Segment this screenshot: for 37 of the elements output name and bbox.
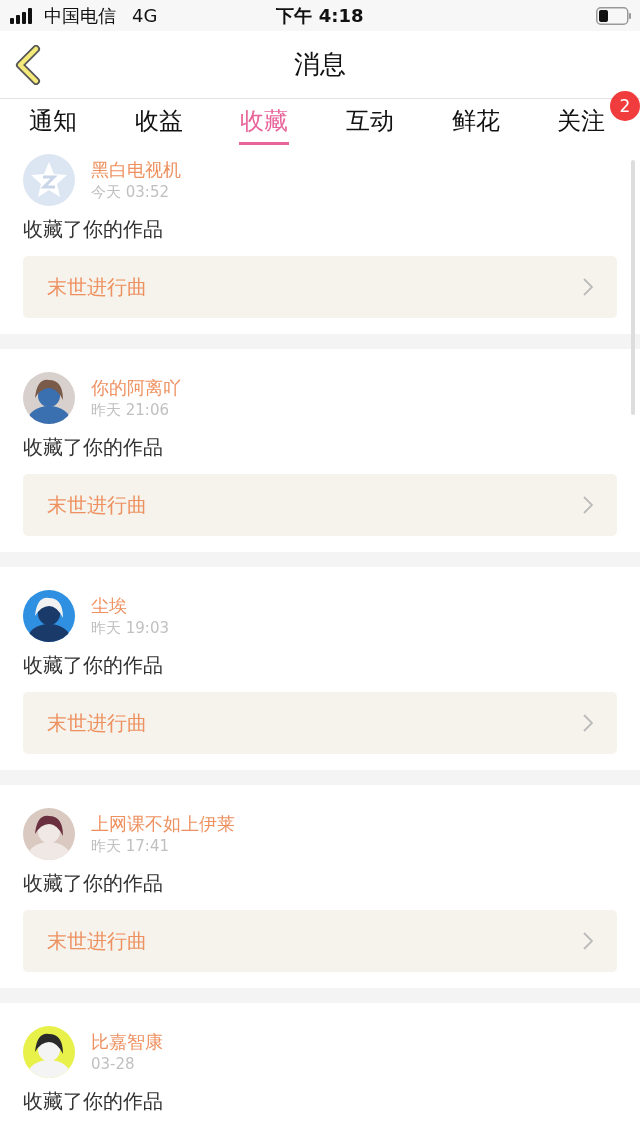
tab[interactable]: 鲜花 <box>450 99 501 145</box>
message-time: 昨天 19:03 <box>91 618 169 638</box>
message-text: 收藏了你的作品 <box>23 434 164 461</box>
chevron-icon <box>583 714 593 732</box>
user-name[interactable]: 黑白电视机 <box>91 158 181 182</box>
page-title: 消息 <box>294 48 346 81</box>
user-name[interactable]: 尘埃 <box>91 594 169 618</box>
message-text: 收藏了你的作品 <box>23 870 164 897</box>
user-name[interactable]: 你的阿离吖 <box>91 376 181 400</box>
user-name[interactable]: 比嘉智康 <box>91 1030 163 1054</box>
work-link[interactable]: 末世进行曲 <box>23 692 617 754</box>
message-time: 昨天 17:41 <box>91 836 170 856</box>
tab[interactable]: 通知 <box>27 99 78 145</box>
back-icon[interactable] <box>14 45 42 85</box>
battery-icon <box>596 6 632 25</box>
tab[interactable]: 收藏 <box>239 99 290 145</box>
chevron-icon <box>583 278 593 296</box>
work-link[interactable]: 末世进行曲 <box>23 910 617 972</box>
message-text: 收藏了你的作品 <box>23 652 164 679</box>
chevron-icon <box>583 932 593 950</box>
tab[interactable]: 关注 <box>556 99 607 145</box>
tab[interactable]: 互动 <box>344 99 395 145</box>
status-time: 下午 4:18 <box>276 3 364 28</box>
count-badge: 2 <box>610 91 640 121</box>
avatar-icon <box>23 154 75 206</box>
work-link[interactable]: 末世进行曲 <box>23 256 617 318</box>
message-text: 收藏了你的作品 <box>23 1088 164 1115</box>
network-type: 4G <box>132 5 158 26</box>
message-time: 03-28 <box>91 1054 136 1074</box>
carrier-name: 中国电信 <box>44 3 116 28</box>
user-name[interactable]: 上网课不如上伊莱 <box>91 812 235 836</box>
message-time: 今天 03:52 <box>91 182 170 202</box>
message-text: 收藏了你的作品 <box>23 216 164 243</box>
chevron-icon <box>583 496 593 514</box>
tab[interactable]: 收益 <box>133 99 184 145</box>
work-link[interactable]: 末世进行曲 <box>23 474 617 536</box>
message-time: 昨天 21:06 <box>91 400 170 420</box>
